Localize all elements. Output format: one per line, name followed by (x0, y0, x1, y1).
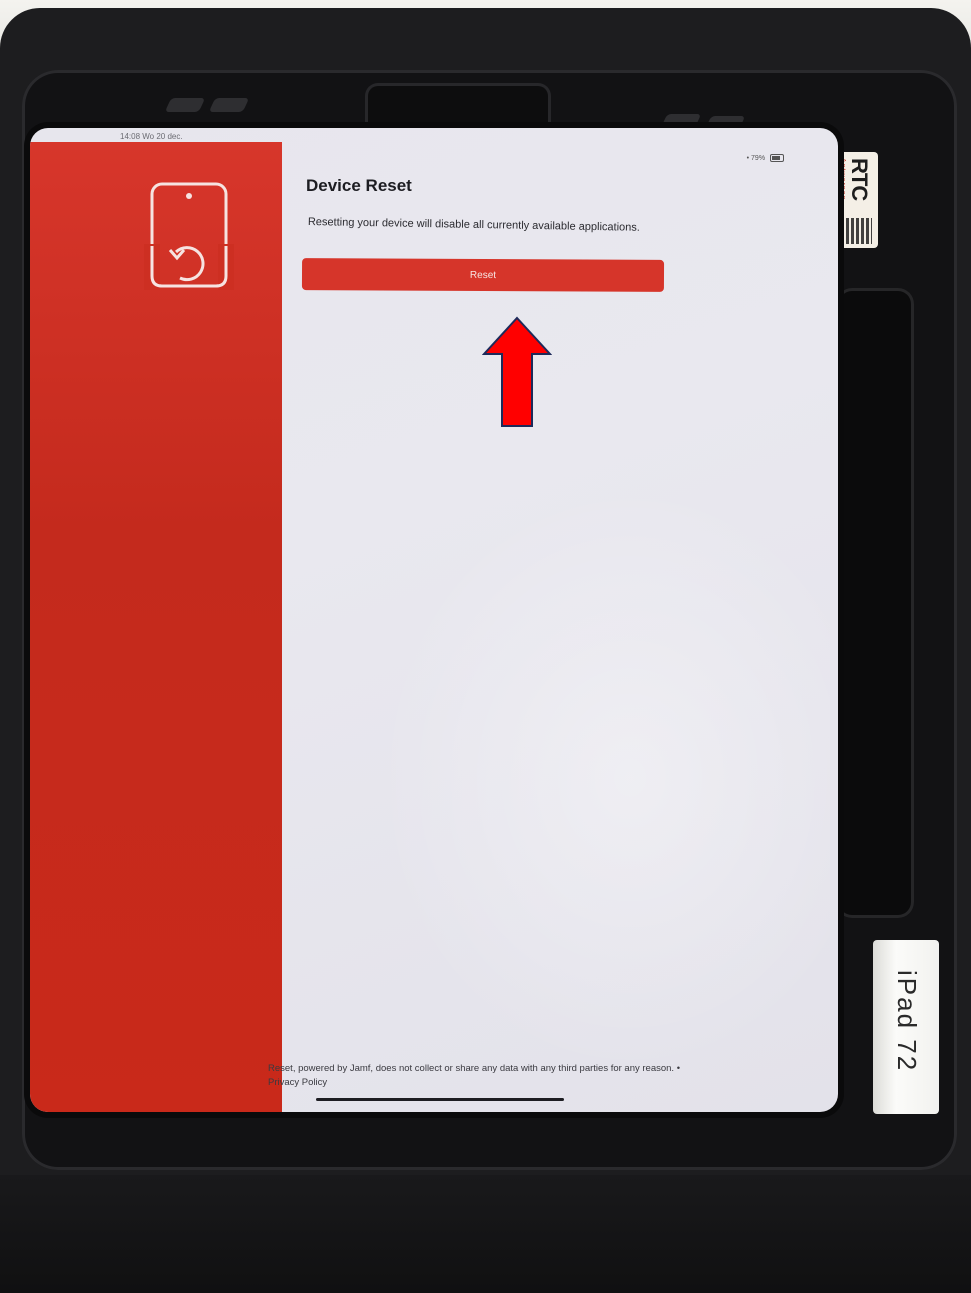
pencil-slot (836, 288, 914, 918)
camera-housing (368, 86, 548, 132)
device-label-text: iPad 72 (892, 970, 922, 1073)
screen-glare (330, 428, 830, 1112)
case-vent (208, 98, 250, 112)
page-title: Device Reset (306, 176, 412, 195)
battery-percent: 79% (751, 154, 766, 162)
qr-code-icon (846, 218, 872, 244)
footer: Reset, powered by Jamf, does not collect… (268, 1062, 788, 1090)
privacy-notice: Reset, powered by Jamf, does not collect… (268, 1063, 681, 1074)
device-label: iPad 72 (873, 940, 939, 1114)
status-time: 14:08 Wo 20 dec. (120, 132, 183, 141)
sidebar (30, 142, 282, 1112)
case-bottom (0, 1175, 971, 1293)
status-indicators: • 79% (747, 154, 784, 162)
battery-icon (770, 154, 784, 162)
wifi-icon: • (746, 154, 750, 162)
privacy-policy-link[interactable]: Privacy Policy (268, 1077, 327, 1088)
ipad-screen: 14:08 Wo 20 dec. • 79% Device Reset Rese… (30, 128, 838, 1112)
reset-description: Resetting your device will disable all c… (307, 216, 640, 234)
case-vent (164, 98, 206, 112)
home-indicator[interactable] (316, 1098, 564, 1101)
reset-button[interactable]: Reset (301, 258, 665, 292)
red-arrow-annotation (482, 316, 552, 427)
case-vent (660, 114, 702, 128)
device-reset-icon (144, 182, 234, 290)
rtc-sticker: RTC Antwerpen (832, 152, 878, 248)
rtc-logo-text: RTC (847, 158, 872, 201)
